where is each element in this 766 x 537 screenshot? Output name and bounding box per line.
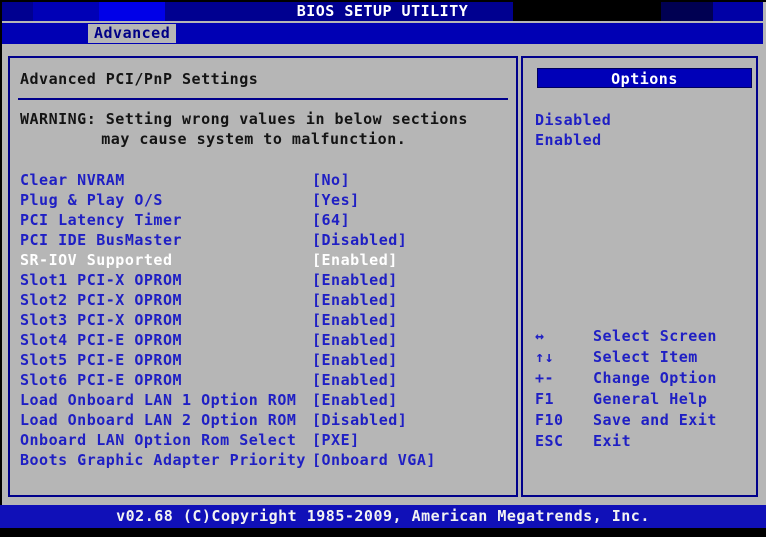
setting-label: Onboard LAN Option Rom Select: [20, 431, 296, 449]
key-action: Exit: [593, 431, 631, 452]
key-glyph: F10: [535, 411, 564, 429]
key-help-row: +- Change Option: [535, 368, 752, 389]
setting-value: [No]: [312, 170, 350, 190]
setting-label: SR-IOV Supported: [20, 251, 173, 269]
setting-row[interactable]: Slot6 PCI-E OPROM [Enabled]: [20, 370, 512, 390]
setting-label: Slot6 PCI-E OPROM: [20, 371, 182, 389]
setting-label: Boots Graphic Adapter Priority: [20, 451, 306, 469]
key-glyph: ESC: [535, 432, 564, 450]
title-bar: BIOS SETUP UTILITY: [2, 2, 763, 21]
setting-label: Slot5 PCI-E OPROM: [20, 351, 182, 369]
key-help-row: ESC Exit: [535, 431, 752, 452]
app-title: BIOS SETUP UTILITY: [2, 2, 763, 21]
setting-value: [Enabled]: [312, 390, 398, 410]
setting-label: Slot1 PCI-X OPROM: [20, 271, 182, 289]
warning-text-line2: may cause system to malfunction.: [101, 130, 406, 148]
setting-row-selected[interactable]: SR-IOV Supported [Enabled]: [20, 250, 512, 270]
setting-label: Slot4 PCI-E OPROM: [20, 331, 182, 349]
setting-label: PCI Latency Timer: [20, 211, 182, 229]
setting-row[interactable]: Boots Graphic Adapter Priority [Onboard V…: [20, 450, 512, 470]
setting-label: Load Onboard LAN 1 Option ROM: [20, 391, 296, 409]
setting-label: Load Onboard LAN 2 Option ROM: [20, 411, 296, 429]
setting-value: [Yes]: [312, 190, 360, 210]
key-glyph: ↑↓: [535, 348, 554, 366]
options-header: Options: [537, 68, 752, 88]
help-panel: Options DisabledEnabled ↔Select Screen↑↓…: [521, 56, 758, 497]
setting-label: Slot3 PCI-X OPROM: [20, 311, 182, 329]
key-action: Save and Exit: [593, 410, 717, 431]
settings-list: Clear NVRAM[No]Plug & Play O/S[Yes]PCI L…: [20, 170, 512, 470]
key-action: General Help: [593, 389, 707, 410]
title-separator: [18, 98, 508, 100]
setting-row[interactable]: Load Onboard LAN 1 Option ROM [Enabled]: [20, 390, 512, 410]
setting-row[interactable]: PCI IDE BusMaster [Disabled]: [20, 230, 512, 250]
setting-value: [Enabled]: [312, 350, 398, 370]
setting-row[interactable]: Load Onboard LAN 2 Option ROM [Disabled]: [20, 410, 512, 430]
key-glyph: F1: [535, 390, 554, 408]
bottom-black-border: [0, 528, 766, 537]
key-help-list: ↔ Select Screen ↑↓ Select Item +- Change Opti…: [535, 326, 752, 452]
bios-setup-screen: BIOS SETUP UTILITY Advanced Advanced PCI…: [0, 0, 766, 537]
setting-value: [Enabled]: [312, 270, 398, 290]
setting-label: Clear NVRAM: [20, 171, 125, 189]
setting-row[interactable]: Slot1 PCI-X OPROM [Enabled]: [20, 270, 512, 290]
key-help-row: F10 Save and Exit: [535, 410, 752, 431]
options-list: DisabledEnabled: [535, 110, 611, 150]
setting-label: Plug & Play O/S: [20, 191, 163, 209]
setting-value: [Onboard VGA]: [312, 450, 436, 470]
setting-row[interactable]: Onboard LAN Option Rom Select [PXE]: [20, 430, 512, 450]
setting-value: [Enabled]: [312, 330, 398, 350]
tab-advanced[interactable]: Advanced: [88, 24, 176, 43]
key-action: Change Option: [593, 368, 717, 389]
setting-row[interactable]: PCI Latency Timer [64]: [20, 210, 512, 230]
key-action: Select Screen: [593, 326, 717, 347]
setting-label: Slot2 PCI-X OPROM: [20, 291, 182, 309]
setting-value: [Enabled]: [312, 250, 398, 270]
setting-value: [64]: [312, 210, 350, 230]
setting-row[interactable]: Slot2 PCI-X OPROM [Enabled]: [20, 290, 512, 310]
setting-value: [Enabled]: [312, 290, 398, 310]
setting-row[interactable]: Slot4 PCI-E OPROM [Enabled]: [20, 330, 512, 350]
left-black-border: [0, 0, 2, 505]
key-help-row: ↑↓ Select Item: [535, 347, 752, 368]
option-value: Enabled: [535, 130, 611, 150]
key-glyph: +-: [535, 369, 554, 387]
key-glyph: ↔: [535, 327, 545, 345]
setting-value: [Disabled]: [312, 230, 407, 250]
page-title: Advanced PCI/PnP Settings: [20, 70, 258, 88]
setting-row[interactable]: Plug & Play O/S [Yes]: [20, 190, 512, 210]
setting-row[interactable]: Slot5 PCI-E OPROM [Enabled]: [20, 350, 512, 370]
setting-value: [Enabled]: [312, 370, 398, 390]
key-action: Select Item: [593, 347, 698, 368]
option-value: Disabled: [535, 110, 611, 130]
key-help-row: F1 General Help: [535, 389, 752, 410]
copyright-bar: v02.68 (C)Copyright 1985-2009, American …: [0, 505, 766, 528]
setting-row[interactable]: Clear NVRAM [No]: [20, 170, 512, 190]
settings-panel: Advanced PCI/PnP Settings WARNING: Setti…: [8, 56, 518, 497]
setting-value: [Disabled]: [312, 410, 407, 430]
setting-value: [Enabled]: [312, 310, 398, 330]
menu-bar: Advanced: [2, 23, 763, 44]
setting-row[interactable]: Slot3 PCI-X OPROM [Enabled]: [20, 310, 512, 330]
key-help-row: ↔ Select Screen: [535, 326, 752, 347]
warning-text-line1: WARNING: Setting wrong values in below s…: [20, 110, 468, 128]
setting-label: PCI IDE BusMaster: [20, 231, 182, 249]
setting-value: [PXE]: [312, 430, 360, 450]
